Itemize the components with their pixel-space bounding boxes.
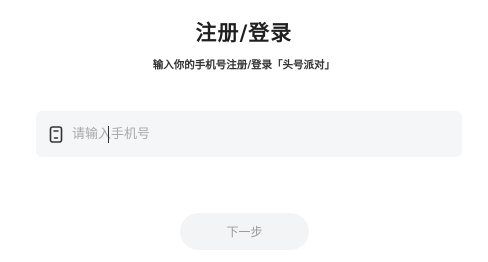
phone-field-container[interactable] bbox=[36, 111, 462, 157]
phone-icon bbox=[46, 124, 66, 144]
page-title: 注册/登录 bbox=[195, 21, 293, 45]
phone-number-input[interactable] bbox=[72, 119, 432, 149]
page-subtitle: 输入你的手机号注册/登录「头号派对」 bbox=[152, 59, 336, 71]
text-caret bbox=[108, 126, 109, 143]
next-step-button[interactable]: 下一步 bbox=[180, 213, 309, 250]
